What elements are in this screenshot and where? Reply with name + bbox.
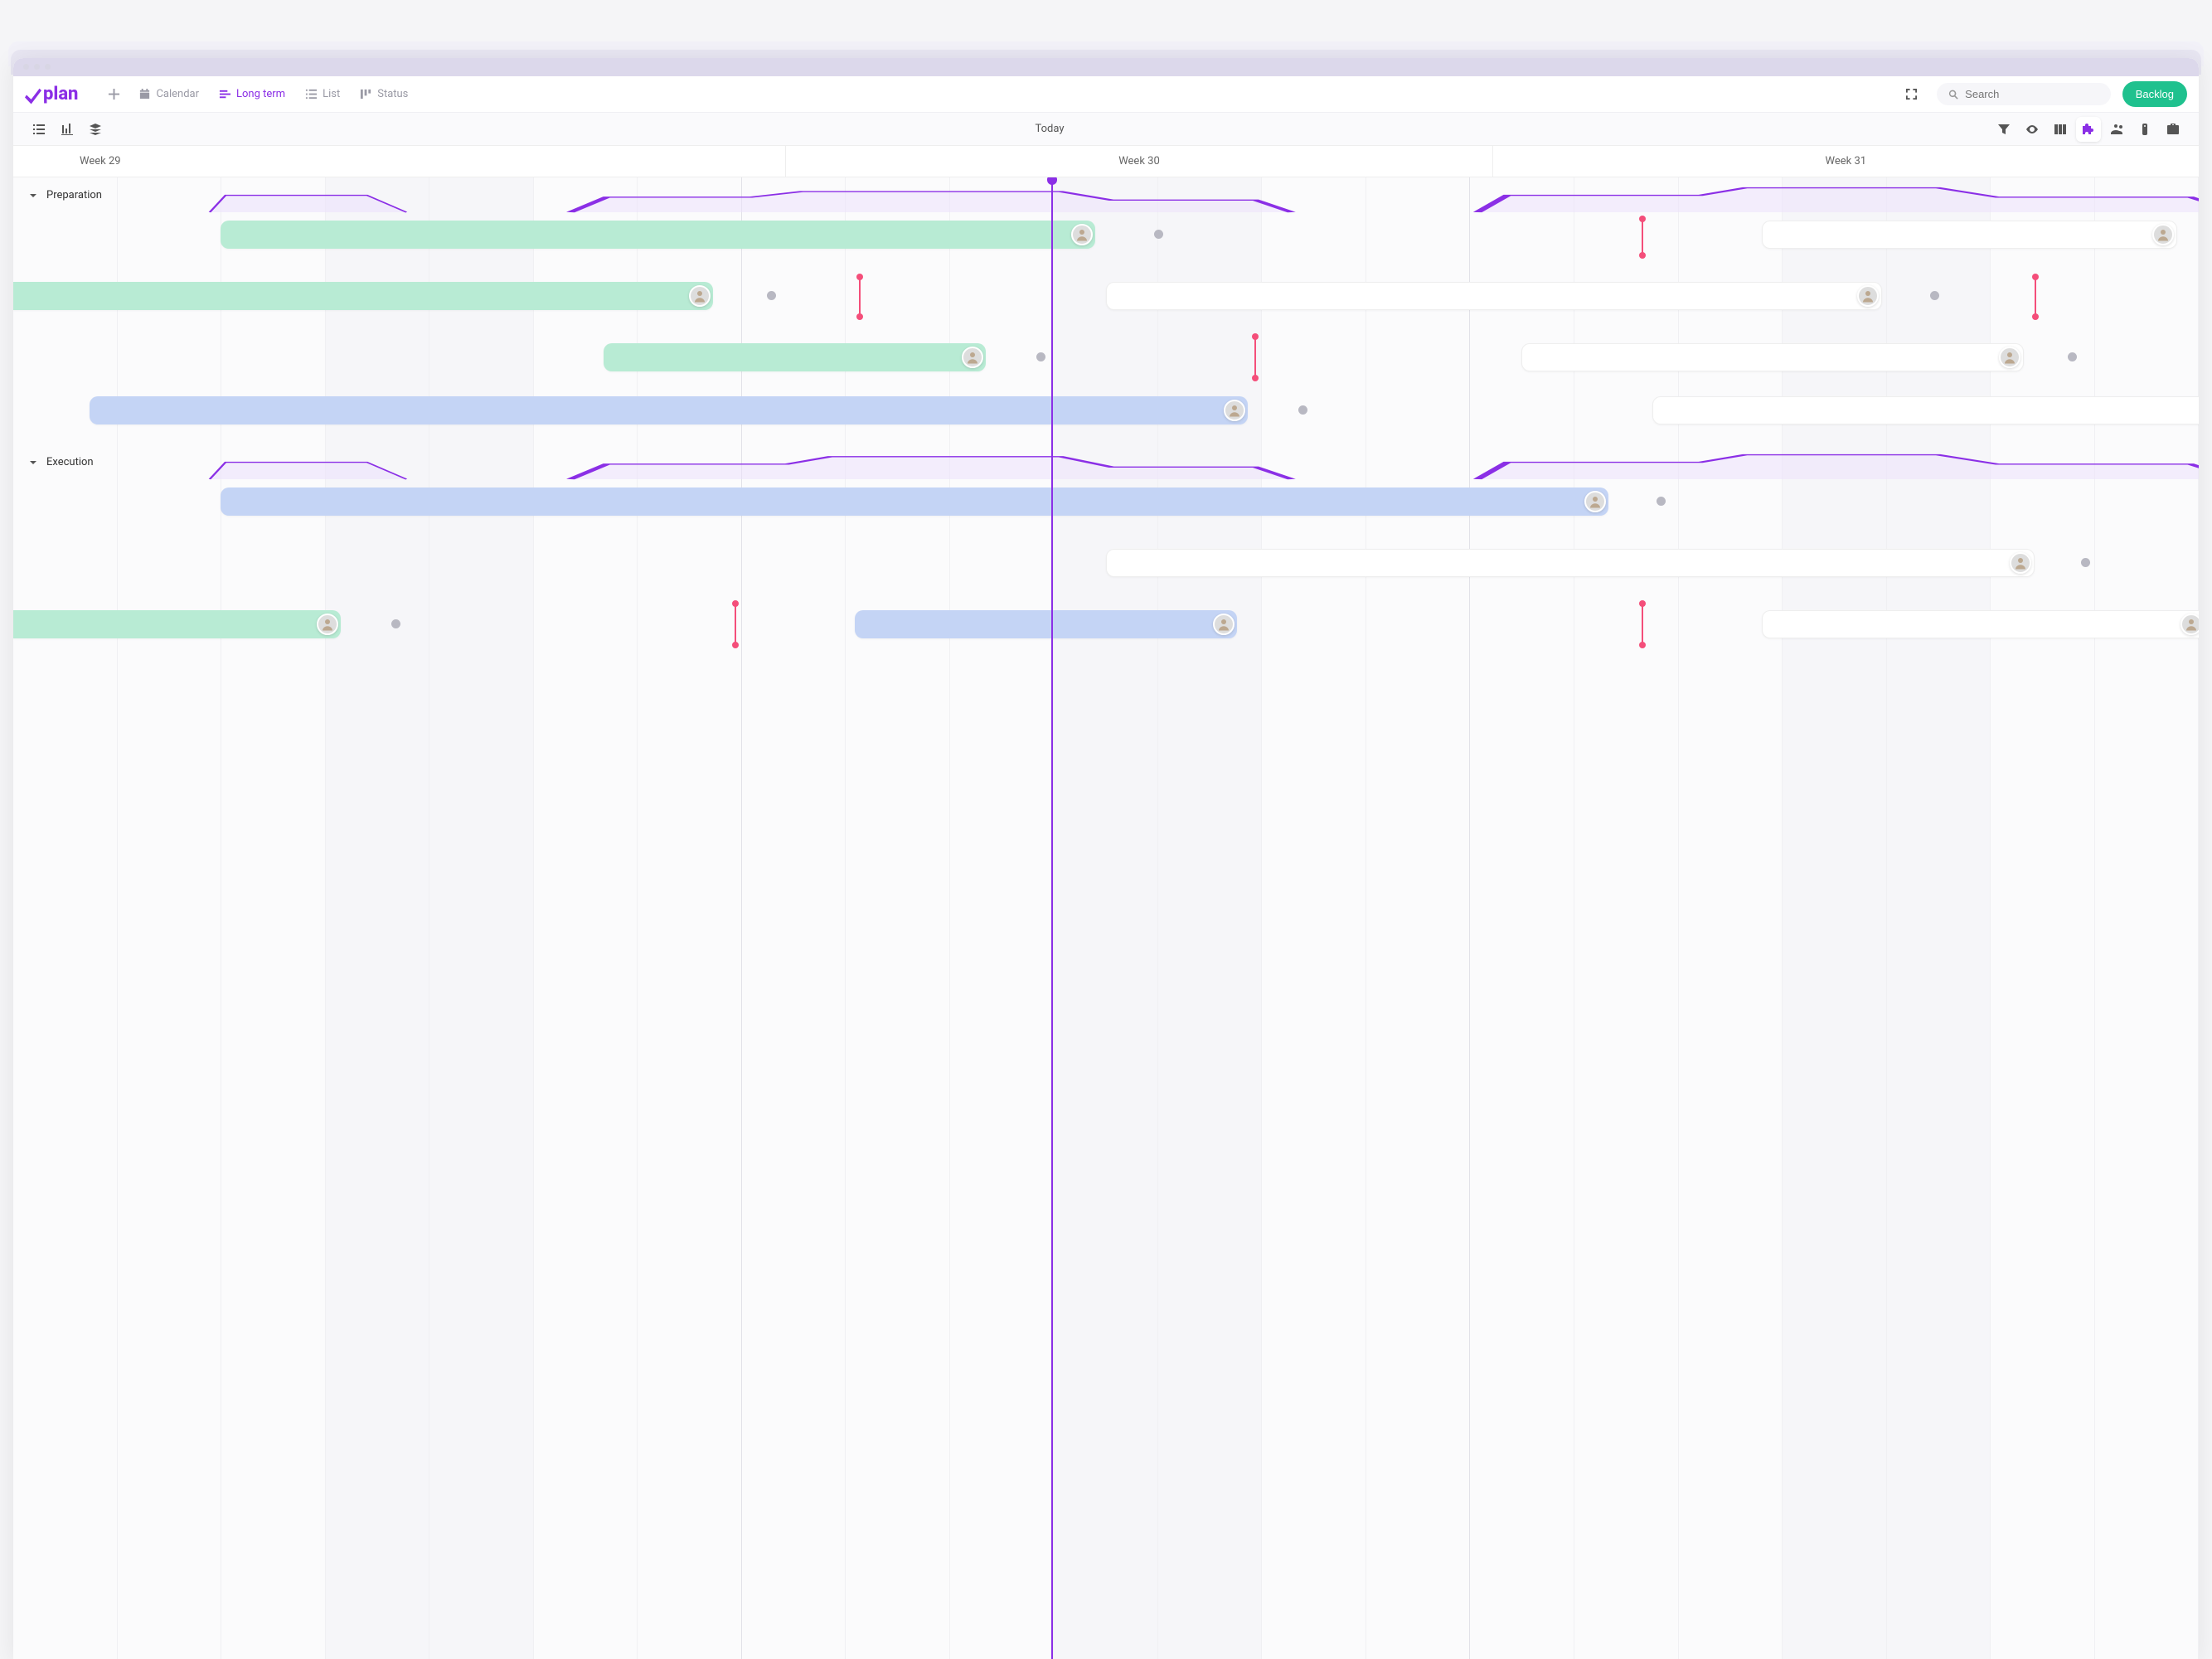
group-label: Execution <box>46 456 94 468</box>
status-dot[interactable] <box>1930 291 1939 300</box>
milestone-marker[interactable] <box>735 604 736 645</box>
task-bar[interactable] <box>1762 221 2177 249</box>
week-col: Week 31 <box>1493 146 2199 177</box>
status-dot[interactable] <box>1657 497 1666 506</box>
avatar <box>2180 614 2199 635</box>
task-bar[interactable] <box>1106 549 2035 577</box>
task-bar[interactable] <box>1106 282 1882 310</box>
search-icon <box>1948 89 1958 100</box>
week-col: Week 30 <box>786 146 1492 177</box>
avatar <box>1999 347 2020 368</box>
today-label[interactable]: Today <box>108 123 1991 135</box>
nav-list[interactable]: List <box>297 83 348 105</box>
status-dot[interactable] <box>767 291 776 300</box>
nav-list-label: List <box>323 88 340 100</box>
milestone-marker[interactable] <box>2035 277 2036 317</box>
status-dot[interactable] <box>1298 405 1307 415</box>
task-bar[interactable] <box>221 488 1608 516</box>
avatar <box>2152 224 2174 245</box>
task-bar[interactable] <box>855 610 1237 638</box>
nav-status[interactable]: Status <box>352 83 416 105</box>
task-bar[interactable] <box>1652 396 2199 424</box>
app-logo: plan <box>25 84 78 104</box>
nav-status-label: Status <box>377 88 408 100</box>
briefcase-icon[interactable] <box>2161 117 2185 142</box>
avatar <box>689 285 711 307</box>
puzzle-icon[interactable] <box>2076 117 2101 142</box>
milestone-marker[interactable] <box>1642 219 1643 255</box>
group-preparation-toggle[interactable]: Preparation <box>28 189 102 201</box>
add-view-button[interactable] <box>101 83 127 105</box>
milestone-marker[interactable] <box>1642 604 1643 645</box>
backlog-button[interactable]: Backlog <box>2122 81 2187 107</box>
layers-icon[interactable] <box>83 117 108 142</box>
task-bar[interactable] <box>1521 343 2024 371</box>
week-col: Week 29 <box>13 146 786 177</box>
view-chart-icon[interactable] <box>55 117 80 142</box>
status-dot[interactable] <box>1036 352 1045 361</box>
avatar <box>1213 614 1235 635</box>
avatar <box>1584 491 1606 512</box>
columns-icon[interactable] <box>2048 117 2073 142</box>
people-icon[interactable] <box>2104 117 2129 142</box>
nav-calendar[interactable]: Calendar <box>130 83 207 105</box>
search-box[interactable] <box>1937 83 2111 105</box>
milestone-marker[interactable] <box>1254 337 1256 378</box>
avatar <box>962 347 983 368</box>
today-indicator <box>1051 177 1053 1659</box>
avatar <box>317 614 338 635</box>
tag-icon[interactable] <box>2132 117 2157 142</box>
search-input[interactable] <box>1965 88 2099 100</box>
view-details-icon[interactable] <box>27 117 51 142</box>
nav-long-term[interactable]: Long term <box>211 83 293 105</box>
filter-icon[interactable] <box>1991 117 2016 142</box>
status-dot[interactable] <box>1154 230 1163 239</box>
status-dot[interactable] <box>2081 558 2090 567</box>
visibility-icon[interactable] <box>2020 117 2045 142</box>
task-bar[interactable] <box>1762 610 2199 638</box>
avatar <box>1224 400 1245 421</box>
group-label: Preparation <box>46 189 102 201</box>
avatar <box>1071 224 1093 245</box>
task-bar[interactable] <box>13 610 341 638</box>
status-dot[interactable] <box>391 619 400 628</box>
avatar <box>1857 285 1879 307</box>
nav-calendar-label: Calendar <box>156 88 199 100</box>
task-bar[interactable] <box>604 343 986 371</box>
task-bar[interactable] <box>90 396 1248 424</box>
milestone-marker[interactable] <box>859 277 861 317</box>
task-bar[interactable] <box>13 282 713 310</box>
task-bar[interactable] <box>221 221 1094 249</box>
chevron-down-icon <box>28 191 38 201</box>
status-dot[interactable] <box>2068 352 2077 361</box>
chevron-down-icon <box>28 458 38 468</box>
nav-long-term-label: Long term <box>236 88 285 100</box>
fullscreen-button[interactable] <box>1899 81 1925 108</box>
group-execution-toggle[interactable]: Execution <box>28 456 94 468</box>
avatar <box>2010 552 2031 574</box>
